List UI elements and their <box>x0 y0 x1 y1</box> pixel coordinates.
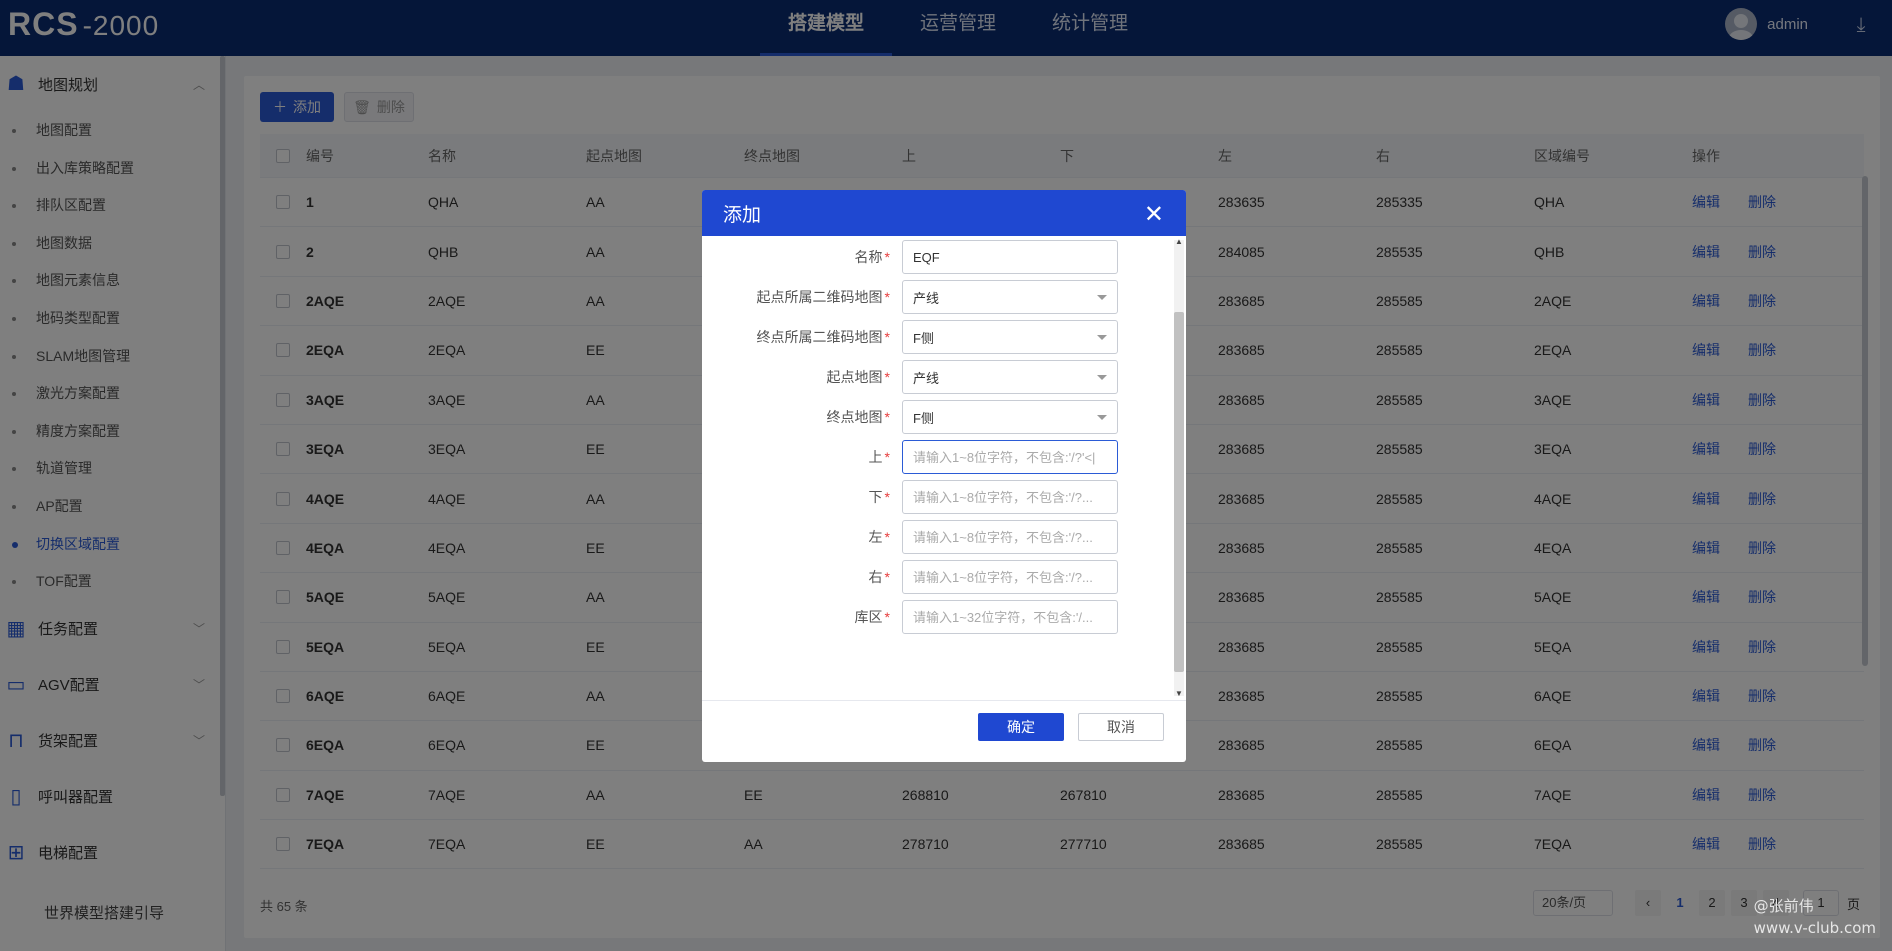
form-row: 终点地图 * F侧 <box>702 400 1172 434</box>
field-label: 右 * <box>868 569 890 585</box>
dialog-title: 添加 <box>723 204 762 226</box>
cancel-button[interactable]: 取消 <box>1078 713 1164 741</box>
form-row: 上 * <box>702 440 1172 474</box>
confirm-button[interactable]: 确定 <box>978 713 1064 741</box>
scrollbar-thumb[interactable] <box>1174 312 1184 672</box>
form-row: 下 * <box>702 480 1172 514</box>
dialog-header: 添加 ✕ <box>702 190 1186 236</box>
scroll-down-icon[interactable]: ▼ <box>1175 689 1183 698</box>
form-row: 左 * <box>702 520 1172 554</box>
form-row: 库区 * <box>702 600 1172 634</box>
field-label: 名称 * <box>854 249 890 265</box>
add-dialog: 添加 ✕ 名称*起点所属二维码地图*产线终点所属二维码地图*F侧起点地图*产线终… <box>702 190 1186 762</box>
field-label: 起点所属二维码地图 * <box>756 289 890 305</box>
dialog-footer: 确定 取消 <box>702 700 1186 762</box>
field-label: 终点所属二维码地图 * <box>756 329 890 345</box>
field-select[interactable]: F侧 <box>902 400 1118 434</box>
field-label: 终点地图 * <box>826 409 890 425</box>
field-label: 上 * <box>868 449 890 465</box>
form-row: 右 * <box>702 560 1172 594</box>
caret-down-icon <box>1097 415 1107 420</box>
field-label: 库区 * <box>854 609 890 625</box>
form-row: 名称 * <box>702 240 1172 274</box>
field-select[interactable]: 产线 <box>902 280 1118 314</box>
form-row: 起点所属二维码地图 * 产线 <box>702 280 1172 314</box>
watermark: @张前伟 www.v-club.com <box>1753 897 1876 937</box>
dialog-scrollbar[interactable]: ▲ ▼ <box>1174 237 1184 698</box>
field-input[interactable] <box>902 480 1118 514</box>
caret-down-icon <box>1097 295 1107 300</box>
field-label: 左 * <box>868 529 890 545</box>
scroll-up-icon[interactable]: ▲ <box>1175 237 1183 246</box>
field-label: 下 * <box>868 489 890 505</box>
dialog-body: 名称*起点所属二维码地图*产线终点所属二维码地图*F侧起点地图*产线终点地图*F… <box>702 236 1186 700</box>
field-select[interactable]: 产线 <box>902 360 1118 394</box>
field-select[interactable]: F侧 <box>902 320 1118 354</box>
field-input[interactable] <box>902 240 1118 274</box>
field-input[interactable] <box>902 600 1118 634</box>
form-row: 终点所属二维码地图 * F侧 <box>702 320 1172 354</box>
form-row: 起点地图 * 产线 <box>702 360 1172 394</box>
field-input[interactable] <box>902 560 1118 594</box>
field-input[interactable] <box>902 440 1118 474</box>
close-icon[interactable]: ✕ <box>1144 200 1164 229</box>
caret-down-icon <box>1097 335 1107 340</box>
field-input[interactable] <box>902 520 1118 554</box>
caret-down-icon <box>1097 375 1107 380</box>
field-label: 起点地图 * <box>826 369 890 385</box>
